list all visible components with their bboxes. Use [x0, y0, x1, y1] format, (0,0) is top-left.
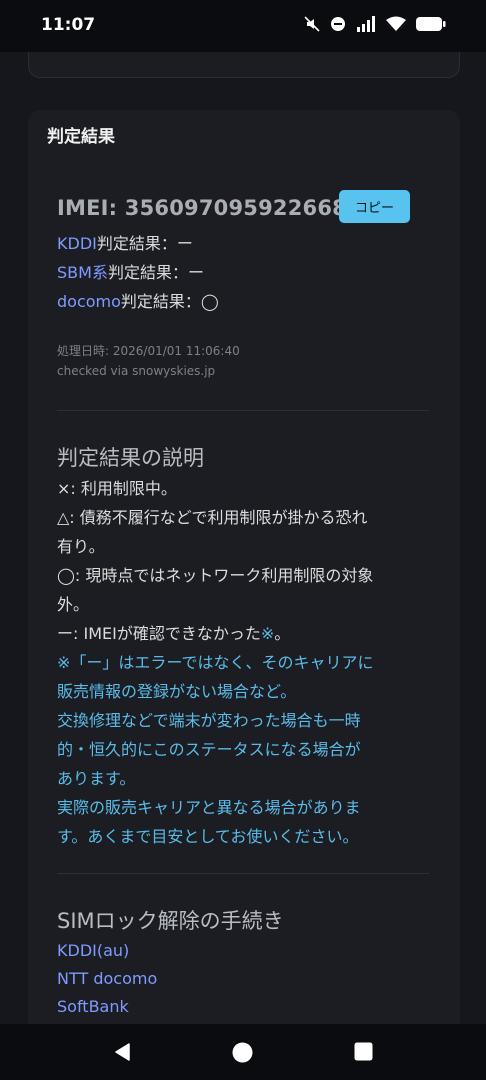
explanation-line: ×: 利用制限中。: [57, 479, 177, 498]
status-bar: 11:07: [0, 0, 486, 52]
sim-unlock-links: KDDI(au) NTT docomo SoftBank: [57, 937, 157, 1021]
explanation-title: 判定結果の説明: [57, 446, 204, 470]
imei-value: IMEI: 356097095922668: [57, 196, 347, 220]
result-sbm: SBM系判定結果：ー: [57, 259, 204, 283]
explanation-line: 外。: [57, 595, 90, 614]
page-content: 判定結果 IMEI: 356097095922668 コピー KDDI判定結果：…: [0, 52, 486, 1024]
result-sbm-text: 判定結果：ー: [107, 263, 204, 282]
explanation-line: 有り。: [57, 537, 105, 556]
explanation-line: △: 債務不履行などで利用制限が掛かる恐れ: [57, 508, 368, 527]
link-softbank[interactable]: SoftBank: [57, 993, 157, 1021]
battery-icon: [416, 17, 446, 31]
copy-button[interactable]: コピー: [339, 190, 410, 223]
back-icon[interactable]: [113, 1042, 133, 1062]
result-docomo: docomo判定結果：◯: [57, 288, 219, 312]
explanation-text: ×: 利用制限中。 △: 債務不履行などで利用制限が掛かる恐れ 有り。 ◯: 現…: [57, 474, 432, 851]
result-docomo-text: 判定結果：◯: [120, 292, 219, 311]
result-kddi: KDDI判定結果：ー: [57, 230, 193, 254]
note-mark: ※: [260, 624, 275, 643]
carrier-link-sbm[interactable]: SBM系: [57, 263, 108, 282]
divider: [57, 873, 429, 874]
result-card: 判定結果 IMEI: 356097095922668 コピー KDDI判定結果：…: [28, 110, 460, 1024]
note-line: 的・恒久的にこのステータスになる場合が: [57, 740, 361, 759]
result-kddi-text: 判定結果：ー: [96, 234, 193, 253]
signal-icon: [357, 16, 375, 32]
explanation-line: ◯: 現時点ではネットワーク利用制限の対象: [57, 566, 374, 585]
carrier-link-docomo[interactable]: docomo: [57, 292, 121, 311]
navigation-bar: [0, 1024, 486, 1080]
explanation-line-unknown: ー: IMEIが確認できなかった※。: [57, 619, 432, 648]
note-line: 交換修理などで端末が変わった場合も一時: [57, 711, 361, 730]
wifi-icon: [386, 16, 406, 31]
processed-at: 処理日時: 2026/01/01 11:06:40: [57, 344, 240, 358]
dnd-icon: [331, 17, 345, 31]
card-title: 判定結果: [47, 127, 115, 147]
link-kddi-au[interactable]: KDDI(au): [57, 937, 157, 965]
note-line: す。あくまで目安としてお使いください。: [57, 827, 359, 846]
carrier-link-kddi[interactable]: KDDI: [57, 234, 97, 253]
mute-icon: [304, 16, 320, 32]
checked-via: checked via snowyskies.jp: [57, 364, 216, 378]
note-line: あります。: [57, 769, 136, 788]
note-line: 販売情報の登録がない場合など。: [57, 682, 297, 701]
home-icon[interactable]: [232, 1042, 253, 1063]
explanation-line-text: ー: IMEIが確認できなかった: [57, 624, 261, 643]
divider: [57, 410, 429, 411]
status-icons: [304, 16, 446, 32]
link-ntt-docomo[interactable]: NTT docomo: [57, 965, 157, 993]
note-line: 実際の販売キャリアと異なる場合がありま: [57, 798, 361, 817]
recents-icon[interactable]: [354, 1042, 373, 1061]
explanation-line-tail: 。: [274, 624, 291, 643]
status-time: 11:07: [41, 15, 96, 35]
note-line: ※「ー」はエラーではなく、そのキャリアに: [57, 653, 374, 672]
sim-unlock-title: SIMロック解除の手続き: [57, 909, 284, 933]
previous-card: [28, 52, 460, 78]
